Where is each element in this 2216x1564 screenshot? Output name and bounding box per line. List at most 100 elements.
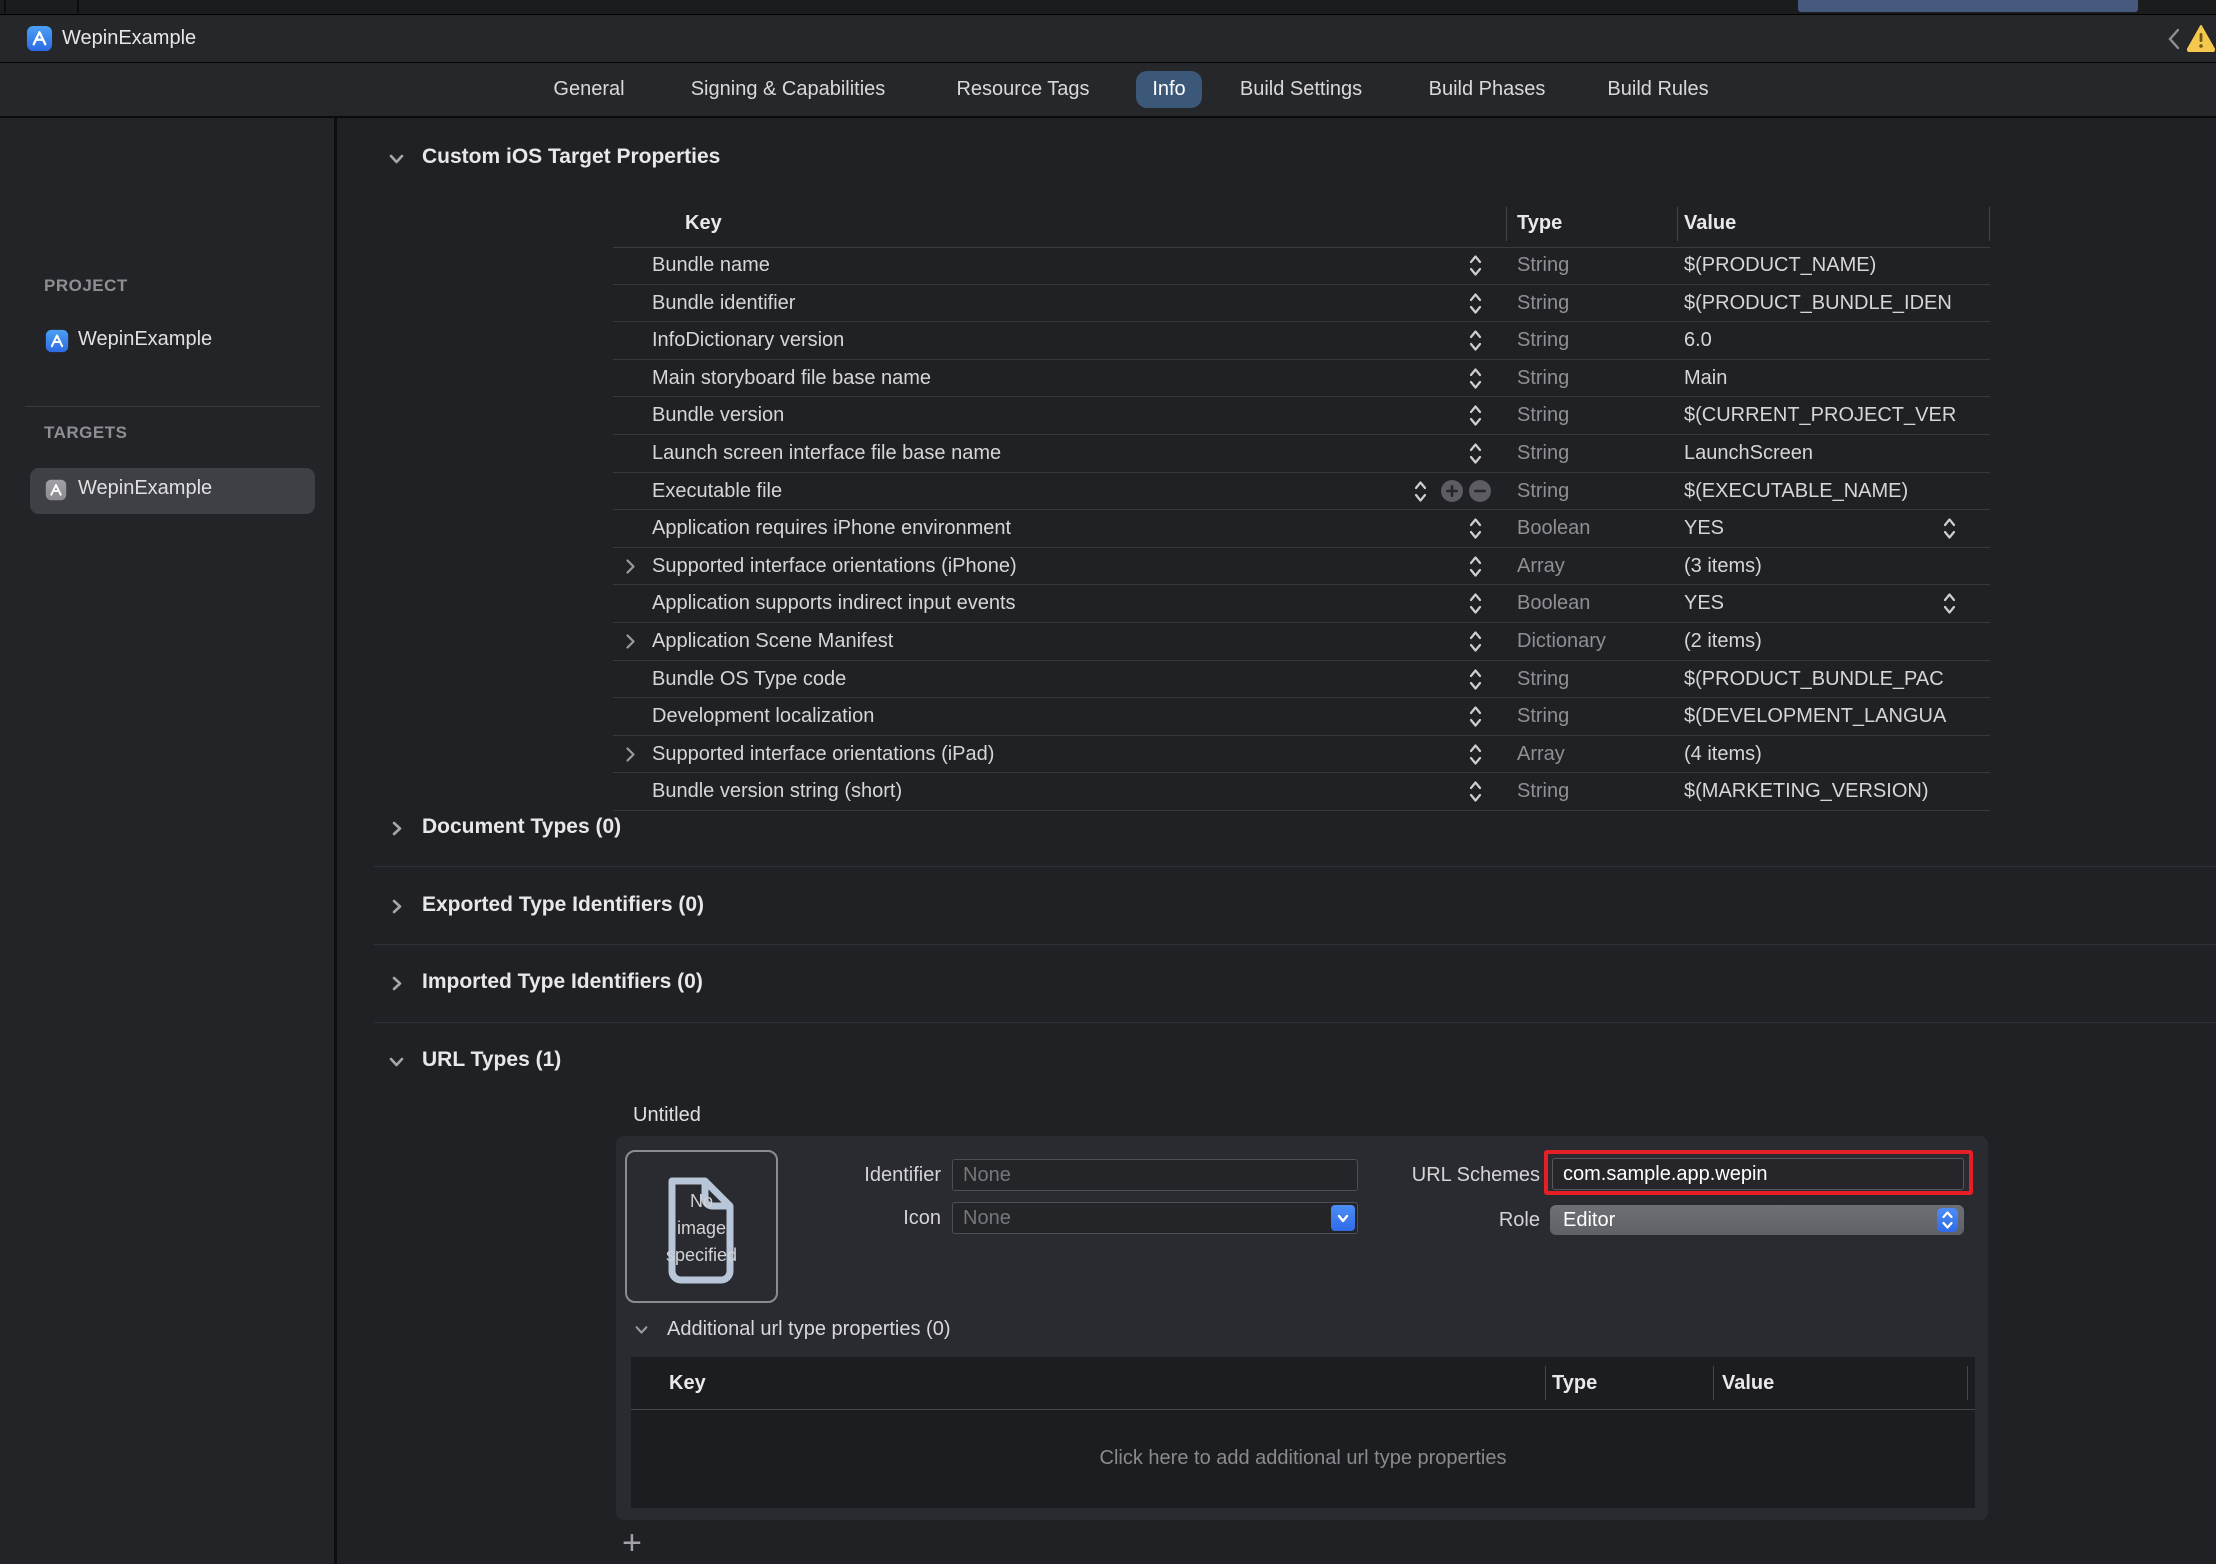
disclosure-chevron-icon[interactable] — [625, 558, 636, 575]
tab-signing-capabilities[interactable]: Signing & Capabilities — [691, 63, 886, 116]
section-title[interactable]: Exported Type Identifiers (0) — [422, 893, 704, 917]
plist-key: Supported interface orientations (iPad) — [652, 736, 994, 773]
key-stepper-icon[interactable] — [1469, 291, 1482, 316]
url-schemes-field[interactable]: com.sample.app.wepin — [1552, 1158, 1964, 1190]
app-store-a-icon — [45, 479, 67, 501]
plist-value: $(MARKETING_VERSION) — [1684, 773, 1988, 810]
plist-row-6[interactable]: Executable fileString$(EXECUTABLE_NAME) — [613, 473, 1990, 511]
plist-type: String — [1517, 247, 1569, 284]
icon-label: Icon — [781, 1207, 941, 1230]
chevron-down-icon[interactable] — [388, 150, 404, 166]
key-stepper-icon[interactable] — [1469, 403, 1482, 428]
key-stepper-icon[interactable] — [1469, 704, 1482, 729]
sidebar-item-target-selected[interactable]: WepinExample — [30, 468, 315, 514]
plist-row-12[interactable]: Development localizationString$(DEVELOPM… — [613, 698, 1990, 736]
key-stepper-icon[interactable] — [1469, 253, 1482, 278]
tab-build-settings[interactable]: Build Settings — [1240, 63, 1362, 116]
key-stepper-icon[interactable] — [1469, 779, 1482, 804]
add-additional-properties-link[interactable]: Click here to add additional url type pr… — [631, 1409, 1975, 1508]
plist-type: String — [1517, 661, 1569, 698]
plist-row-3[interactable]: Main storyboard file base nameStringMain — [613, 360, 1990, 398]
plist-row-0[interactable]: Bundle nameString$(PRODUCT_NAME) — [613, 247, 1990, 285]
key-stepper-icon[interactable] — [1469, 441, 1482, 466]
key-stepper-icon[interactable] — [1469, 516, 1482, 541]
key-stepper-icon[interactable] — [1414, 479, 1427, 504]
key-stepper-icon[interactable] — [1469, 366, 1482, 391]
section-title[interactable]: Custom iOS Target Properties — [422, 145, 720, 169]
sidebar-divider — [25, 406, 320, 407]
section-title[interactable]: Document Types (0) — [422, 815, 621, 839]
plist-key: Bundle name — [652, 247, 770, 284]
plist-row-5[interactable]: Launch screen interface file base nameSt… — [613, 435, 1990, 473]
url-type-image-well[interactable]: No image specified — [625, 1150, 778, 1303]
column-header-value: Value — [1684, 200, 1736, 247]
chevron-right-icon[interactable] — [388, 898, 404, 914]
section-title[interactable]: URL Types (1) — [422, 1048, 561, 1072]
plist-row-2[interactable]: InfoDictionary versionString6.0 — [613, 322, 1990, 360]
disclosure-chevron-icon[interactable] — [625, 746, 636, 763]
section-divider — [374, 944, 2216, 945]
chevron-left-icon[interactable] — [2166, 27, 2182, 51]
value-stepper-icon[interactable] — [1943, 591, 1956, 616]
identifier-field[interactable]: None — [952, 1159, 1358, 1191]
plist-value: $(CURRENT_PROJECT_VER — [1684, 397, 1988, 434]
plist-value: (4 items) — [1684, 736, 1988, 773]
tab-resource-tags[interactable]: Resource Tags — [956, 63, 1089, 116]
column-divider — [1677, 207, 1678, 241]
plist-key: Application supports indirect input even… — [652, 585, 1016, 622]
plist-type: Array — [1517, 736, 1565, 773]
key-stepper-icon[interactable] — [1469, 742, 1482, 767]
plist-row-4[interactable]: Bundle versionString$(CURRENT_PROJECT_VE… — [613, 397, 1990, 435]
tab-build-rules[interactable]: Build Rules — [1607, 63, 1708, 116]
key-stepper-icon[interactable] — [1469, 629, 1482, 654]
plist-row-7[interactable]: Application requires iPhone environmentB… — [613, 510, 1990, 548]
role-popup-button[interactable]: Editor — [1550, 1205, 1964, 1235]
tab-build-phases[interactable]: Build Phases — [1429, 63, 1546, 116]
add-row-icon[interactable] — [1441, 480, 1463, 502]
warning-triangle-icon[interactable] — [2186, 24, 2216, 52]
add-url-type-button[interactable]: + — [622, 1524, 642, 1563]
column-header-type: Type — [1552, 1357, 1597, 1409]
plist-row-13[interactable]: Supported interface orientations (iPad) A… — [613, 736, 1990, 774]
plist-table-header: Key Type Value — [613, 200, 1990, 248]
chevron-right-icon[interactable] — [388, 820, 404, 836]
combo-dropdown-button[interactable] — [1331, 1205, 1355, 1231]
chevron-right-icon[interactable] — [388, 975, 404, 991]
url-type-item-title: Untitled — [633, 1104, 701, 1127]
additional-url-properties-title[interactable]: Additional url type properties (0) — [667, 1318, 950, 1341]
plist-row-9[interactable]: Application supports indirect input even… — [613, 585, 1990, 623]
disclosure-chevron-icon[interactable] — [625, 633, 636, 650]
plist-row-8[interactable]: Supported interface orientations (iPhone… — [613, 548, 1990, 586]
plist-key: Bundle identifier — [652, 285, 795, 322]
plist-value: $(PRODUCT_BUNDLE_IDEN — [1684, 285, 1988, 322]
remove-row-icon[interactable] — [1469, 480, 1491, 502]
role-popup-value: Editor — [1563, 1209, 1615, 1231]
plist-type: String — [1517, 360, 1569, 397]
tab-info-selected[interactable]: Info — [1136, 71, 1202, 108]
value-stepper-icon[interactable] — [1943, 516, 1956, 541]
key-stepper-icon[interactable] — [1469, 591, 1482, 616]
icon-combo-value: None — [963, 1207, 1011, 1229]
project-item-label: WepinExample — [78, 328, 212, 351]
strip-divider — [77, 0, 79, 13]
plist-type: String — [1517, 773, 1569, 810]
plist-type: String — [1517, 322, 1569, 359]
section-title[interactable]: Imported Type Identifiers (0) — [422, 970, 703, 994]
plist-row-11[interactable]: Bundle OS Type codeString$(PRODUCT_BUNDL… — [613, 661, 1990, 699]
section-divider — [374, 866, 2216, 867]
key-stepper-icon[interactable] — [1469, 554, 1482, 579]
title-bar: WepinExample — [0, 15, 2216, 63]
target-settings-tab-bar: General Signing & Capabilities Resource Ta… — [0, 63, 2216, 118]
key-stepper-icon[interactable] — [1469, 328, 1482, 353]
additional-properties-table: Key Type Value Click here to add additio… — [631, 1357, 1975, 1508]
plist-type: Boolean — [1517, 585, 1590, 622]
plist-row-1[interactable]: Bundle identifierString$(PRODUCT_BUNDLE_… — [613, 285, 1990, 323]
chevron-down-icon[interactable] — [634, 1322, 650, 1338]
plist-row-14[interactable]: Bundle version string (short)String$(MAR… — [613, 773, 1990, 811]
chevron-down-icon[interactable] — [388, 1053, 404, 1069]
plist-row-10[interactable]: Application Scene ManifestDictionary(2 i… — [613, 623, 1990, 661]
key-stepper-icon[interactable] — [1469, 667, 1482, 692]
target-item-label: WepinExample — [78, 477, 212, 500]
icon-combo-box[interactable]: None — [952, 1202, 1358, 1234]
tab-general[interactable]: General — [553, 63, 624, 116]
